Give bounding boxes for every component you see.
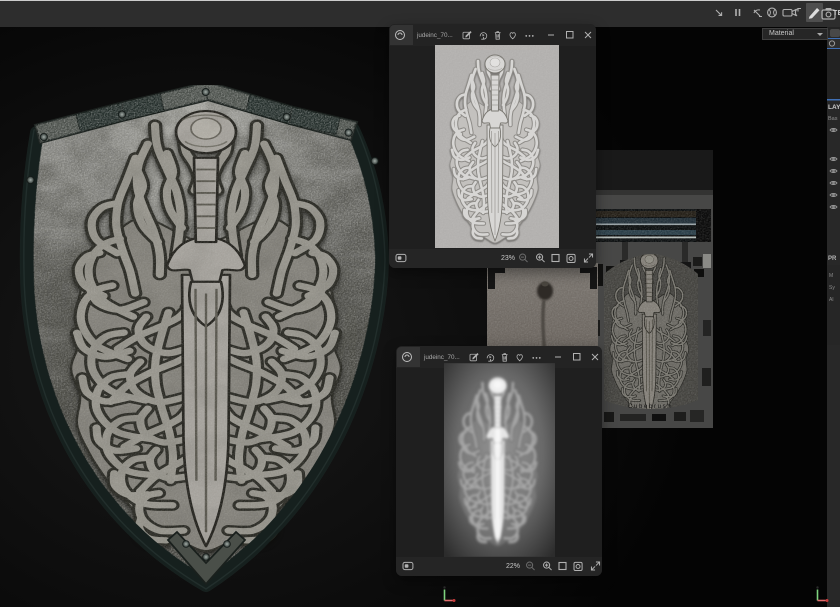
svg-text:C u b e b r u s h: C u b e b r u s h — [628, 404, 671, 410]
svg-text:LAY: LAY — [828, 104, 840, 111]
svg-text:PR: PR — [828, 256, 837, 262]
svg-text:Al: Al — [829, 297, 833, 303]
svg-text:Sy: Sy — [829, 285, 835, 291]
svg-text:M: M — [829, 273, 833, 279]
svg-text:Bas: Bas — [828, 116, 838, 122]
